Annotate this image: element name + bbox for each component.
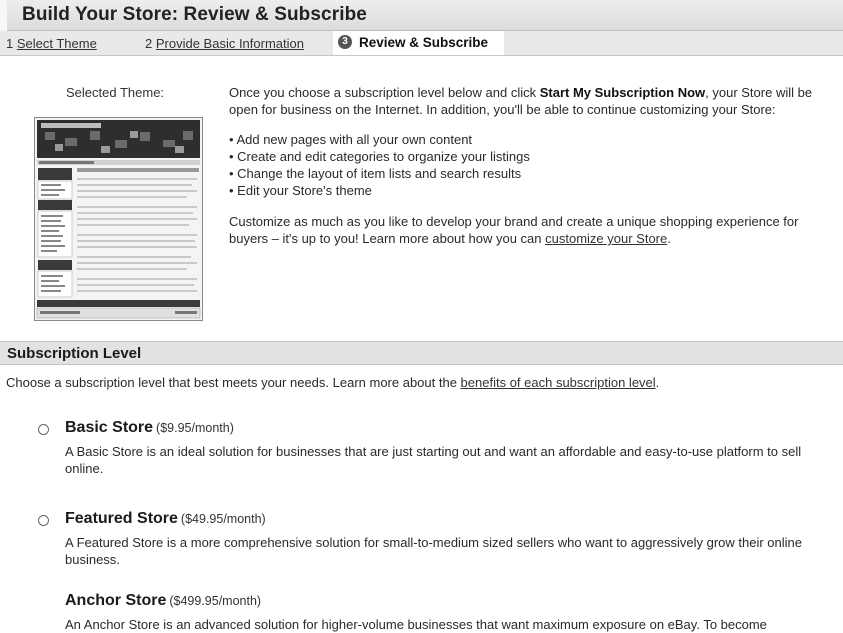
subscription-intro-text: Choose a subscription level that best me…: [6, 375, 461, 390]
step-1-number: 1: [6, 36, 14, 51]
customize-text: Customize as much as you like to develop…: [229, 214, 799, 246]
basic-store-title: Basic Store ($9.95/month): [65, 419, 234, 437]
featured-store-price: ($49.95/month): [180, 512, 266, 526]
theme-preview-image: [34, 117, 203, 321]
step-select-theme-link[interactable]: Select Theme: [17, 36, 97, 51]
featured-store-radio[interactable]: [38, 515, 49, 526]
step-2-number: 2: [145, 36, 153, 51]
step-3-number: 3: [338, 35, 352, 49]
title-accent: [0, 0, 7, 31]
anchor-store-price: ($499.95/month): [169, 594, 262, 608]
feature-item: • Change the layout of item lists and se…: [229, 166, 522, 181]
featured-store-title: Featured Store ($49.95/month): [65, 510, 266, 528]
basic-store-description: A Basic Store is an ideal solution for b…: [65, 444, 802, 476]
step-basic-info-link[interactable]: Provide Basic Information: [156, 36, 304, 51]
featured-store-description: A Featured Store is a more comprehensive…: [65, 535, 802, 567]
intro-paragraph: Once you choose a subscription level bel…: [229, 84, 839, 118]
feature-item: • Create and edit categories to organize…: [229, 149, 530, 164]
review-intro: Once you choose a subscription level bel…: [229, 84, 839, 247]
feature-list: • Add new pages with all your own conten…: [229, 131, 839, 199]
theme-preview-graphic: [35, 118, 202, 320]
customize-store-link[interactable]: customize your Store: [545, 231, 667, 246]
step-review-subscribe-label: Review & Subscribe: [359, 35, 489, 50]
customize-paragraph: Customize as much as you like to develop…: [229, 213, 839, 247]
feature-item: • Add new pages with all your own conten…: [229, 132, 473, 147]
intro-text-part1: Once you choose a subscription level bel…: [229, 85, 540, 100]
basic-store-name: Basic Store: [65, 419, 154, 436]
subscription-level-header: Subscription Level: [0, 341, 843, 365]
basic-store-price: ($9.95/month): [156, 421, 234, 435]
page-title: Build Your Store: Review & Subscribe: [22, 4, 367, 25]
step-2: 2 Provide Basic Information: [145, 36, 304, 51]
wizard-steps: 1 Select Theme 2 Provide Basic Informati…: [0, 31, 843, 56]
intro-text-bold: Start My Subscription Now: [539, 85, 706, 100]
step-1: 1 Select Theme: [6, 36, 97, 51]
selected-theme-label: Selected Theme:: [66, 85, 165, 100]
featured-store-name: Featured Store: [65, 510, 178, 527]
subscription-intro: Choose a subscription level that best me…: [6, 375, 659, 390]
title-bar: Build Your Store: Review & Subscribe: [0, 0, 843, 31]
anchor-store-name: Anchor Store: [65, 592, 167, 609]
customize-text-end: .: [667, 231, 671, 246]
step-3-current: 3 Review & Subscribe: [333, 31, 504, 55]
basic-store-radio[interactable]: [38, 424, 49, 435]
anchor-store-title: Anchor Store ($499.95/month): [65, 592, 261, 610]
anchor-store-description: An Anchor Store is an advanced solution …: [65, 617, 767, 632]
subscription-level-title: Subscription Level: [7, 345, 142, 362]
subscription-intro-end: .: [655, 375, 660, 390]
feature-item: • Edit your Store's theme: [229, 183, 372, 198]
subscription-benefits-link[interactable]: benefits of each subscription level: [461, 375, 656, 390]
